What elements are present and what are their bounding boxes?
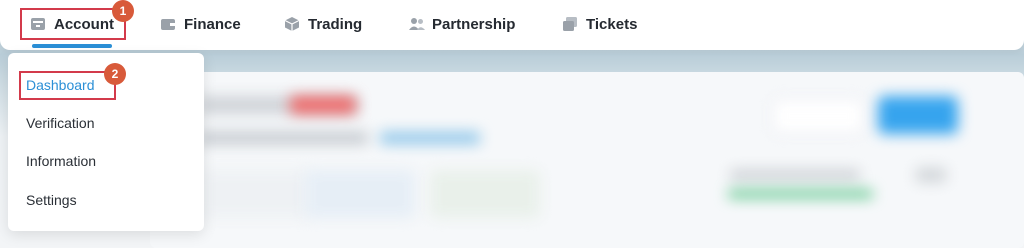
nav-partnership[interactable]: Partnership xyxy=(408,0,515,48)
blurred-progress-bar xyxy=(728,190,873,198)
account-highlight-box xyxy=(20,8,126,40)
blurred-email xyxy=(198,132,368,144)
blurred-secondary-button xyxy=(772,98,864,134)
partners-icon xyxy=(408,16,425,32)
nav-tickets-label: Tickets xyxy=(586,15,638,33)
blurred-progress-label xyxy=(730,170,860,180)
menu-item-information[interactable]: Information xyxy=(26,151,96,171)
nav-partnership-label: Partnership xyxy=(432,15,516,33)
wallet-icon xyxy=(160,16,176,32)
nav-finance[interactable]: Finance xyxy=(160,0,241,48)
menu-item-verification[interactable]: Verification xyxy=(26,113,94,133)
blurred-stat-tile xyxy=(200,170,310,218)
nav-trading-label: Trading xyxy=(308,15,363,33)
nav-tickets[interactable]: Tickets xyxy=(562,0,637,48)
blurred-verified-badge xyxy=(380,132,480,144)
tickets-icon xyxy=(562,16,578,32)
step-marker-1: 1 xyxy=(112,0,134,22)
blurred-progress-value xyxy=(916,168,946,182)
step-marker-2: 2 xyxy=(104,63,126,85)
blurred-stat-tile xyxy=(305,170,415,218)
menu-item-settings[interactable]: Settings xyxy=(26,190,77,210)
nav-trading[interactable]: Trading xyxy=(284,0,362,48)
cube-icon xyxy=(284,16,300,32)
blurred-primary-button xyxy=(878,96,958,134)
active-tab-indicator xyxy=(32,44,112,48)
blurred-stat-tile xyxy=(430,170,540,218)
nav-finance-label: Finance xyxy=(184,15,241,33)
blurred-status-badge xyxy=(290,96,356,114)
dashboard-highlight-box xyxy=(19,71,116,100)
top-navigation: Account Finance Trading Partnership Tick… xyxy=(0,0,1024,50)
